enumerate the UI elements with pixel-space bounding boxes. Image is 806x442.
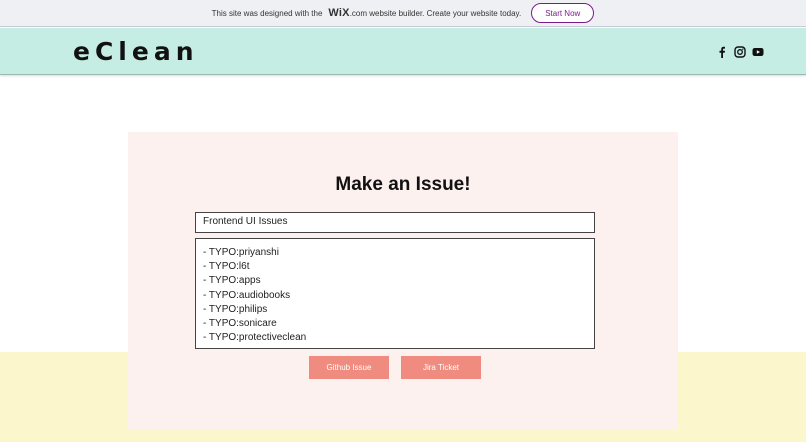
form-title: Make an Issue!: [335, 174, 471, 195]
wix-promo-banner: This site was designed with the WiX .com…: [0, 0, 806, 27]
issue-body-line: - TYPO:priyanshi: [203, 247, 279, 258]
issue-form-card: Make an Issue! Frontend UI Issues - TYPO…: [128, 132, 678, 430]
facebook-icon[interactable]: [716, 45, 728, 58]
start-now-button[interactable]: Start Now: [531, 3, 595, 23]
github-issue-button[interactable]: Github Issue: [309, 356, 389, 379]
issue-body-line: - TYPO:audiobooks: [203, 289, 291, 301]
jira-ticket-button[interactable]: Jira Ticket: [401, 356, 481, 379]
issue-body-line: - TYPO:philips: [203, 303, 268, 315]
issue-body-line: - TYPO:l6t: [203, 261, 250, 273]
banner-text-before: This site was designed with the: [211, 8, 323, 18]
issue-body-line: - TYPO:sonicare: [203, 318, 277, 330]
wix-logo[interactable]: WiX: [328, 7, 349, 19]
instagram-icon[interactable]: [734, 45, 746, 58]
issue-title-input[interactable]: Frontend UI Issues: [195, 212, 595, 233]
site-header: eClean: [0, 28, 806, 75]
site-brand-logo[interactable]: eClean: [73, 37, 199, 66]
issue-body-line: - TYPO:apps: [203, 275, 261, 287]
youtube-icon[interactable]: [752, 45, 764, 57]
social-bar: [716, 45, 764, 58]
issue-body-textarea[interactable]: - TYPO:priyanshi - TYPO:l6t - TYPO:apps …: [195, 238, 595, 349]
issue-body-line: - TYPO:protectiveclean: [203, 332, 307, 344]
banner-text-after: .com website builder. Create your websit…: [349, 8, 522, 18]
